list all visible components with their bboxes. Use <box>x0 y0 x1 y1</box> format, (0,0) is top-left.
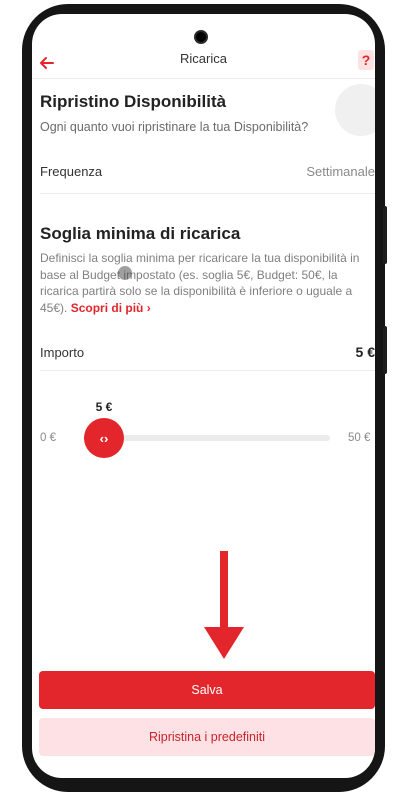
front-camera <box>194 30 208 44</box>
help-button[interactable]: ? <box>358 50 374 70</box>
amount-value: 5 € <box>355 344 375 360</box>
restore-title: Ripristino Disponibilità <box>40 92 227 111</box>
slider-min-label: 0 € <box>40 432 56 444</box>
threshold-slider-handle[interactable]: ‹› <box>84 418 124 458</box>
page-title: Ricarica <box>180 51 227 66</box>
threshold-description: Definisci la soglia minima per ricaricar… <box>40 250 375 316</box>
reset-defaults-button[interactable]: Ripristina i predefiniti <box>39 718 375 756</box>
save-button[interactable]: Salva <box>39 671 375 709</box>
header-divider <box>32 78 375 79</box>
touch-indicator <box>118 266 132 280</box>
restore-subtitle: Ogni quanto vuoi ripristinare la tua Dis… <box>40 120 309 134</box>
learn-more-link[interactable]: Scopri di più › <box>71 301 151 315</box>
amount-label: Importo <box>40 345 85 360</box>
volume-button <box>383 326 387 374</box>
decorative-circle <box>335 84 375 136</box>
frequency-divider <box>40 193 375 194</box>
frequency-select[interactable]: Settimanale <box>306 164 375 179</box>
arrow-down-icon <box>204 551 244 659</box>
slider-max-label: 50 € <box>348 432 371 444</box>
power-button <box>383 206 387 264</box>
frequency-label: Frequenza <box>40 164 103 179</box>
slider-current-value: 5 € <box>95 400 113 414</box>
app-screen: Ricarica ? Ripristino Disponibilità Ogni… <box>32 14 375 778</box>
threshold-title: Soglia minima di ricarica <box>40 224 241 243</box>
amount-divider <box>40 370 375 371</box>
chevrons-left-right-icon: ‹› <box>99 430 109 446</box>
